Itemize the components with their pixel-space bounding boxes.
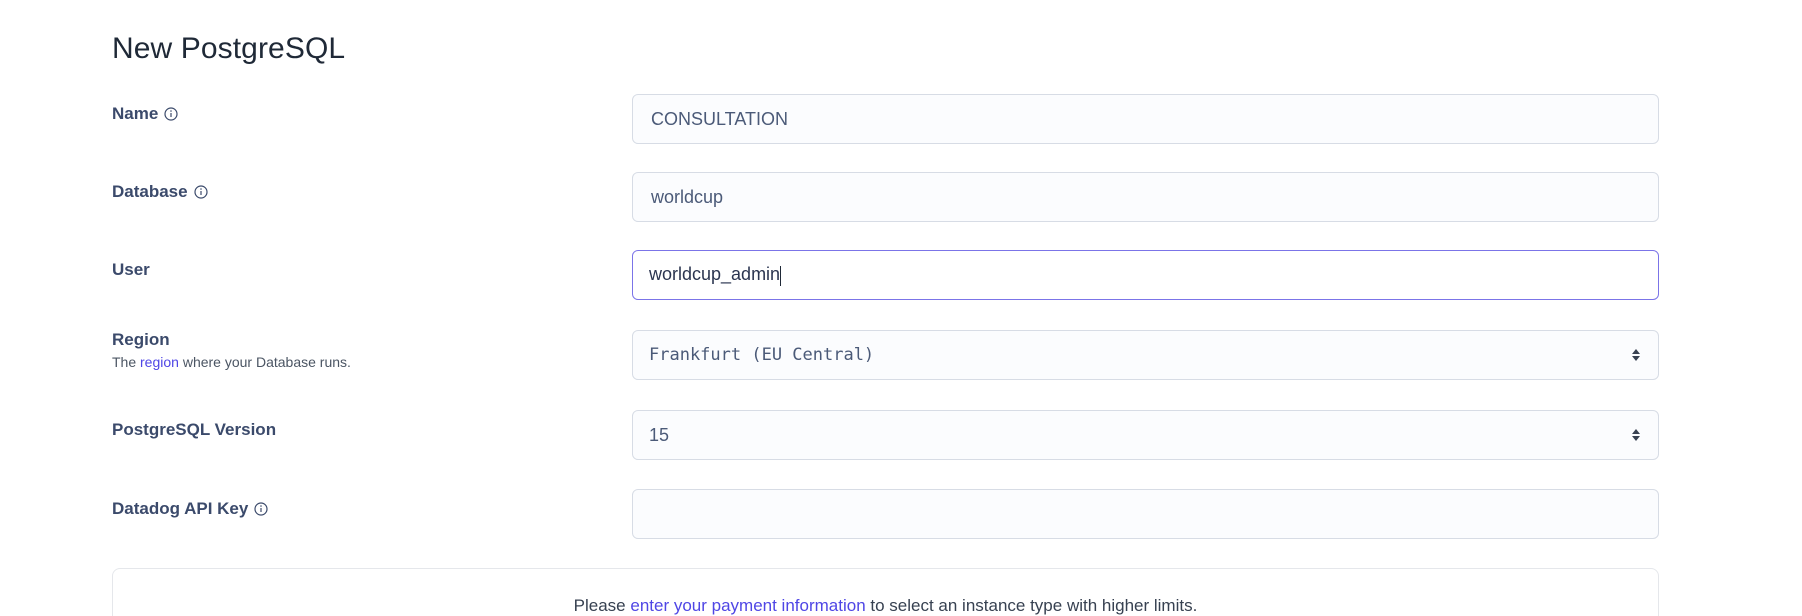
datadog-row: Datadog API Key — [112, 489, 1659, 541]
name-row: Name — [112, 94, 1659, 146]
region-selected-value: Frankfurt (EU Central) — [649, 345, 875, 365]
version-row: PostgreSQL Version 15 — [112, 410, 1659, 462]
region-help-link[interactable]: region — [140, 354, 179, 370]
version-label: PostgreSQL Version — [112, 420, 277, 439]
datadog-api-key-input[interactable] — [649, 502, 1642, 526]
name-input[interactable] — [649, 107, 1642, 131]
user-input[interactable]: worldcup_admin — [649, 264, 1642, 286]
name-label-text: Name — [112, 104, 159, 123]
region-label-group: Region The region where your Database ru… — [112, 330, 612, 370]
page-title: New PostgreSQL — [112, 32, 346, 65]
region-help-text: The region where your Database runs. — [112, 354, 612, 370]
region-row: Region The region where your Database ru… — [112, 330, 1659, 382]
database-input[interactable] — [649, 185, 1642, 209]
payment-info-link[interactable]: enter your payment information — [630, 596, 865, 615]
payment-notice: Please enter your payment information to… — [112, 568, 1659, 616]
user-input-value: worldcup_admin — [649, 264, 781, 285]
database-row: Database — [112, 172, 1659, 224]
database-label-text: Database — [112, 182, 188, 201]
version-selected-value: 15 — [649, 424, 670, 445]
version-select[interactable]: 15 — [632, 410, 1659, 460]
database-label-group: Database — [112, 182, 612, 202]
version-label-group: PostgreSQL Version — [112, 420, 612, 440]
region-help-prefix: The — [112, 354, 141, 370]
text-cursor — [780, 265, 782, 286]
chevron-up-down-icon — [1632, 349, 1640, 361]
database-field[interactable] — [632, 172, 1659, 222]
region-select[interactable]: Frankfurt (EU Central) — [632, 330, 1659, 380]
info-circle-icon[interactable] — [194, 185, 208, 199]
chevron-up-down-icon — [1632, 429, 1640, 441]
datadog-label-text: Datadog API Key — [112, 499, 249, 518]
info-circle-icon[interactable] — [254, 502, 268, 516]
user-row: User worldcup_admin — [112, 250, 1659, 302]
name-label-group: Name — [112, 104, 612, 124]
datadog-label-group: Datadog API Key — [112, 499, 612, 519]
name-field[interactable] — [632, 94, 1659, 144]
datadog-field[interactable] — [632, 489, 1659, 539]
name-label: Name — [112, 104, 178, 124]
database-label: Database — [112, 182, 208, 202]
notice-prefix: Please — [573, 596, 631, 615]
user-label: User — [112, 260, 150, 279]
notice-suffix: to select an instance type with higher l… — [865, 596, 1198, 615]
region-help-suffix: where your Database runs. — [178, 354, 351, 370]
new-postgresql-page: New PostgreSQL Name Database — [0, 0, 1802, 616]
datadog-label: Datadog API Key — [112, 499, 268, 519]
region-label: Region — [112, 330, 170, 349]
info-circle-icon[interactable] — [164, 107, 178, 121]
user-label-group: User — [112, 260, 612, 280]
user-field[interactable]: worldcup_admin — [632, 250, 1659, 300]
